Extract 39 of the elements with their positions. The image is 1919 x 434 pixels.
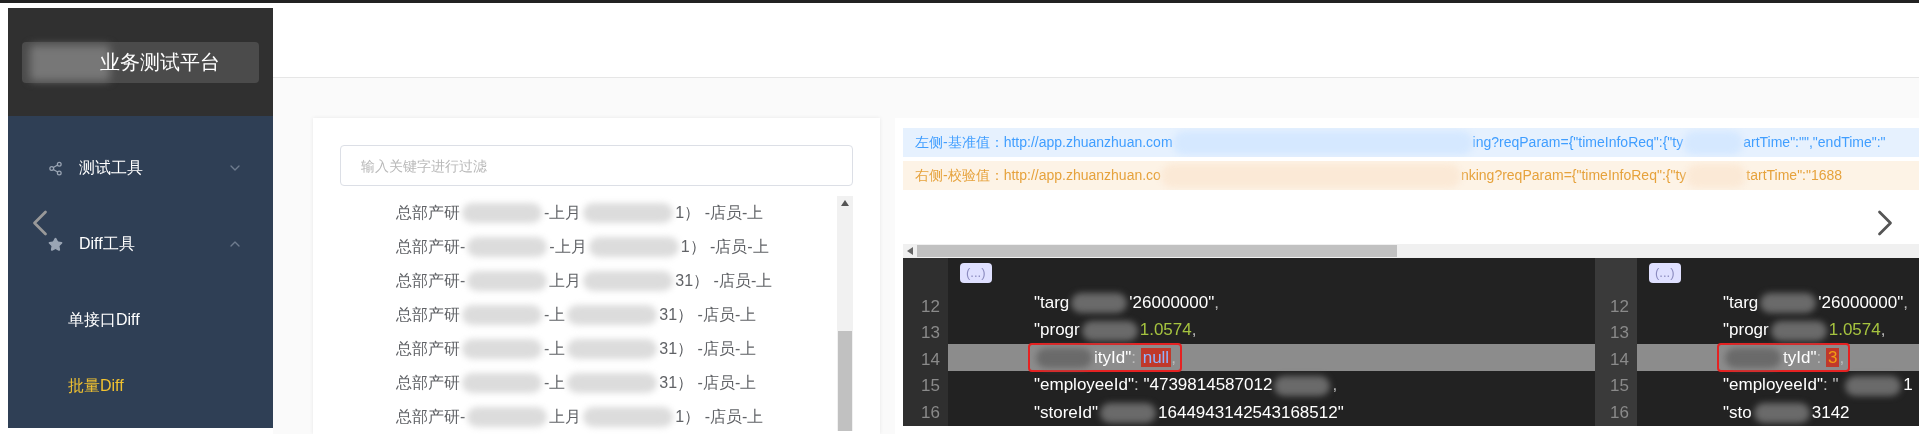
filter-field[interactable]: 输入关键字进行过滤 <box>340 145 853 186</box>
code-line: "progr 1.0574, <box>1722 319 1887 343</box>
code-line: "targ '26000000", <box>1033 291 1220 316</box>
scroll-left-icon[interactable] <box>907 247 913 255</box>
line-number: 16 <box>1610 401 1629 424</box>
scrollbar[interactable] <box>837 196 853 431</box>
menu-item[interactable]: 批量Diff <box>8 362 273 410</box>
scroll-up-icon[interactable] <box>841 200 849 206</box>
tree-item[interactable]: 总部产研- -上月 1） -店员-上 <box>396 230 833 264</box>
baseline-url-bar: 左侧-基准值：http://app.zhuanzhuan.com ing?reqParam={"timeInfoReq":{"ty artTime":"","endTime":" <box>903 128 1919 157</box>
line-number: 14 <box>1610 348 1629 371</box>
line-number: 15 <box>921 375 940 398</box>
code-line: "sto 3142 <box>1722 401 1851 426</box>
line-number: 14 <box>921 348 940 371</box>
tree-item[interactable]: 总部产研- 上月 31） -店员-上 <box>396 264 833 298</box>
horizontal-scrollbar[interactable] <box>903 244 1919 258</box>
tree-item[interactable]: 总部产研 -上月 1） -店员-上 <box>396 196 833 230</box>
logo-text: 业务测试平台 <box>100 50 220 75</box>
line-number: 13 <box>1610 322 1629 345</box>
line-number: 15 <box>1610 375 1629 398</box>
tree-item[interactable]: 总部产研- 上月 1） -店员-上 <box>396 400 833 434</box>
tree-item[interactable]: 总部产研 -上 31） -店员-上 <box>396 366 833 400</box>
code-line: "targ '26000000", <box>1722 291 1909 316</box>
code-line: "progr 1.0574, <box>1033 319 1198 343</box>
line-number: 12 <box>921 295 940 318</box>
share-icon <box>48 160 63 176</box>
line-number: 16 <box>921 401 940 424</box>
line-number: 13 <box>921 322 940 345</box>
check-url-bar: 右侧-校验值：http://app.zhuanzhuan.co nking?reqParam={"timeInfoReq":{"ty tartTime":"1688 <box>903 161 1919 190</box>
menu-group[interactable]: Diff工具 <box>8 220 273 268</box>
menu-group[interactable]: 测试工具 <box>8 144 273 192</box>
line-number: 12 <box>1610 295 1629 318</box>
tree-item[interactable]: 总部产研 -上 31） -店员-上 <box>396 332 833 366</box>
star-icon <box>48 236 63 252</box>
menu-item[interactable]: 单接口Diff <box>8 296 273 344</box>
code-line: "employeeId": " 1 <box>1722 374 1914 398</box>
code-line: "employeeId": "4739814587012 , <box>1033 374 1339 398</box>
code-line: "storeId" 1644943142543168512" <box>1033 401 1345 426</box>
tree-item[interactable]: 总部产研 -上 31） -店员-上 <box>396 298 833 332</box>
